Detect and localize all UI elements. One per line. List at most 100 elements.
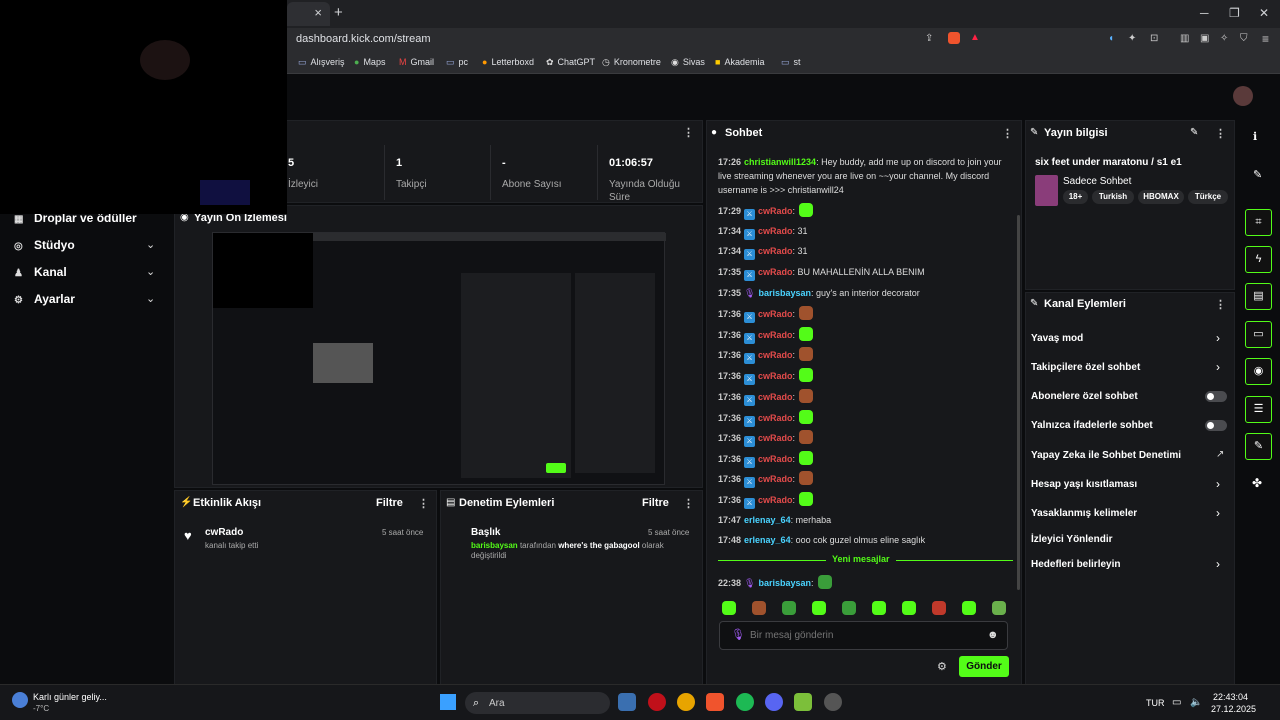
clock-time[interactable]: 22:43:04 xyxy=(1213,692,1248,702)
opera-icon[interactable] xyxy=(648,693,666,711)
chevron-right-icon[interactable]: › xyxy=(1216,331,1220,345)
brave-icon[interactable] xyxy=(706,693,724,711)
chat-emote[interactable] xyxy=(799,368,814,382)
action-ai-moderation[interactable]: Yapay Zeka ile Sohbet Denetimi xyxy=(1031,450,1181,461)
brave-rewards-icon[interactable]: ▲ xyxy=(970,32,980,43)
tag[interactable]: HBOMAX xyxy=(1138,190,1184,204)
chat-icon[interactable]: ▭ xyxy=(1245,321,1272,348)
windows-start-icon[interactable] xyxy=(440,694,456,710)
chat-username[interactable]: barisbaysan xyxy=(758,288,811,298)
obs-icon[interactable] xyxy=(824,693,842,711)
chat-username[interactable]: cwRado xyxy=(758,474,793,484)
chevron-right-icon[interactable]: › xyxy=(1216,360,1220,374)
bookmark-gmail[interactable]: M Gmail xyxy=(399,57,434,67)
category-thumbnail[interactable] xyxy=(1035,175,1058,206)
chat-input[interactable] xyxy=(750,627,970,643)
gear-icon[interactable]: ⚙ xyxy=(937,660,947,673)
bookmark-pc[interactable]: ▭ pc xyxy=(446,57,468,68)
bookmark-akademia[interactable]: ■ Akademia xyxy=(715,57,764,67)
chat-username[interactable]: cwRado xyxy=(758,350,793,360)
menu-icon[interactable]: ≡ xyxy=(1262,32,1269,46)
chat-username[interactable]: christianwill1234 xyxy=(744,157,816,167)
volume-icon[interactable]: 🔈 xyxy=(1190,697,1202,708)
close-tab-icon[interactable]: × xyxy=(314,5,322,20)
chat-username[interactable]: cwRado xyxy=(758,226,793,236)
layout-icon[interactable]: ☰ xyxy=(1245,396,1272,423)
bookmark-alisveris[interactable]: ▭ Alışveriş xyxy=(298,57,345,68)
chat-emote[interactable] xyxy=(817,575,832,589)
bookmark-maps[interactable]: ● Maps xyxy=(354,57,385,67)
emote[interactable] xyxy=(812,601,826,615)
taskbar-search[interactable] xyxy=(465,692,610,714)
more-options-icon[interactable]: ⋮ xyxy=(683,497,694,510)
chat-emote[interactable] xyxy=(799,347,814,361)
vpn-icon[interactable]: ⛉ xyxy=(1240,33,1248,44)
send-button[interactable]: Gönder xyxy=(959,656,1009,677)
kick-app-icon[interactable] xyxy=(794,693,812,711)
chat-emote[interactable] xyxy=(799,306,814,320)
sidebar-item-studio[interactable]: ◎ Stüdyo xyxy=(14,238,75,252)
bookmark-kronometre[interactable]: ◷ Kronometre xyxy=(602,57,661,68)
clock-date[interactable]: 27.12.2025 xyxy=(1211,704,1256,714)
chat-username[interactable]: erlenay_64 xyxy=(744,535,791,545)
bookmark-st[interactable]: ▭ st xyxy=(781,57,801,68)
chevron-right-icon[interactable]: › xyxy=(1216,477,1220,491)
discord-icon[interactable] xyxy=(765,693,783,711)
chat-username[interactable]: cwRado xyxy=(758,454,793,464)
more-options-icon[interactable]: ⋮ xyxy=(1215,298,1226,311)
emote[interactable] xyxy=(782,601,796,615)
chat-username[interactable]: cwRado xyxy=(758,246,793,256)
crop-icon[interactable]: ⌗ xyxy=(1245,209,1272,236)
brave-shield-icon[interactable] xyxy=(948,32,960,44)
action-followers-only[interactable]: Takipçilere özel sohbet xyxy=(1031,362,1140,373)
emotes-only-toggle[interactable] xyxy=(1205,420,1227,431)
chat-username[interactable]: erlenay_64 xyxy=(744,515,791,525)
action-goals[interactable]: Hedefleri belirleyin xyxy=(1031,559,1120,570)
tag[interactable]: Turkish xyxy=(1092,190,1134,204)
chat-emote[interactable] xyxy=(799,471,814,485)
external-link-icon[interactable]: ↗ xyxy=(1216,449,1224,460)
emote[interactable] xyxy=(722,601,736,615)
bookmark-chatgpt[interactable]: ✿ ChatGPT xyxy=(546,57,595,68)
chat-scrollbar[interactable] xyxy=(1017,215,1020,590)
action-banned-words[interactable]: Yasaklanmış kelimeler xyxy=(1031,508,1137,519)
stream-preview-video[interactable] xyxy=(212,232,666,485)
activity-filter-button[interactable]: Filtre xyxy=(376,497,403,509)
info-icon[interactable]: ℹ xyxy=(1253,130,1257,143)
close-window-icon[interactable]: ✕ xyxy=(1259,6,1269,20)
weather-icon[interactable] xyxy=(12,692,28,708)
chat-username[interactable]: cwRado xyxy=(758,495,793,505)
chat-emote[interactable] xyxy=(799,327,814,341)
lightning-icon[interactable]: ϟ xyxy=(1245,246,1272,273)
activity-user[interactable]: cwRado xyxy=(205,527,243,538)
chevron-down-icon[interactable]: ⌄ xyxy=(146,238,155,251)
chat-username[interactable]: barisbaysan xyxy=(758,578,811,588)
chat-emote[interactable] xyxy=(799,389,814,403)
tag[interactable]: 18+ xyxy=(1063,190,1088,204)
chat-emote[interactable] xyxy=(799,451,814,465)
wrench-icon[interactable]: ✎ xyxy=(1245,433,1272,460)
pencil-icon[interactable]: ✎ xyxy=(1253,168,1262,181)
chat-username[interactable]: cwRado xyxy=(758,206,793,216)
more-options-icon[interactable]: ⋮ xyxy=(683,126,694,139)
wallet-icon[interactable]: ▣ xyxy=(1200,33,1209,44)
chat-username[interactable]: cwRado xyxy=(758,433,793,443)
emote[interactable] xyxy=(992,601,1006,615)
chat-username[interactable]: cwRado xyxy=(758,330,793,340)
chat-username[interactable]: cwRado xyxy=(758,267,793,277)
chat-emote[interactable] xyxy=(799,492,814,506)
chevron-down-icon[interactable]: ⌄ xyxy=(146,265,155,278)
bookmark-sivas[interactable]: ◉ Sivas xyxy=(671,57,705,68)
language-indicator[interactable]: TUR xyxy=(1146,698,1165,708)
chat-username[interactable]: cwRado xyxy=(758,392,793,402)
category-name[interactable]: Sadece Sohbet xyxy=(1063,176,1131,187)
emote[interactable] xyxy=(932,601,946,615)
extensions-icon[interactable]: ✦ xyxy=(1128,33,1136,44)
emote[interactable] xyxy=(752,601,766,615)
chevron-down-icon[interactable]: ⌄ xyxy=(146,292,155,305)
bookmark-letterboxd[interactable]: ● Letterboxd xyxy=(482,57,534,67)
edit-icon[interactable]: ✎ xyxy=(1190,127,1198,138)
action-account-age[interactable]: Hesap yaşı kısıtlaması xyxy=(1031,479,1137,490)
app-icon[interactable] xyxy=(618,693,636,711)
maximize-icon[interactable]: ❐ xyxy=(1229,6,1240,20)
